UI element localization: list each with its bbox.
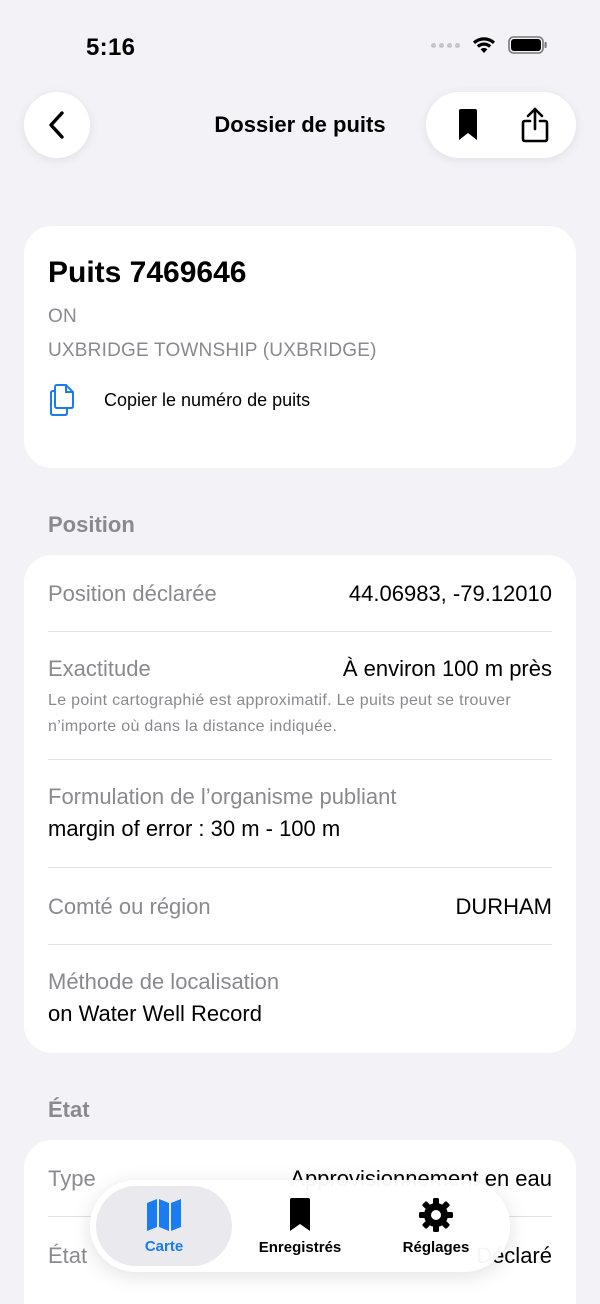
row-key: Formulation de l’organisme publiant: [48, 784, 397, 809]
navigation-bar: Dossier de puits: [0, 92, 600, 160]
tab-settings[interactable]: Réglages: [368, 1186, 504, 1266]
nav-actions: [426, 92, 576, 158]
copy-icon: [50, 384, 74, 416]
row-county: Comté ou région DURHAM: [24, 868, 576, 945]
copy-well-number-button[interactable]: Copier le numéro de puits: [48, 384, 552, 416]
share-icon: [521, 107, 548, 143]
section-title-state: État: [48, 1097, 90, 1122]
row-publisher-wording: Formulation de l’organisme publiant marg…: [24, 760, 576, 868]
well-province: ON: [48, 306, 77, 327]
tab-label: Réglages: [402, 1238, 470, 1256]
gear-icon: [419, 1197, 453, 1232]
section-title-position: Position: [48, 512, 135, 537]
status-icons: [431, 36, 548, 54]
share-button[interactable]: [507, 97, 563, 153]
well-township: UXBRIDGE TOWNSHIP (UXBRIDGE): [48, 340, 377, 361]
tab-map[interactable]: Carte: [96, 1186, 232, 1266]
copy-well-number-label: Copier le numéro de puits: [104, 389, 311, 410]
status-bar: 5:16: [0, 0, 600, 90]
row-key: État: [48, 1243, 88, 1268]
row-value: 44.06983, -79.12010: [348, 581, 552, 606]
row-accuracy: Exactitude À environ 100 m près Le point…: [24, 632, 576, 760]
row-value: DURHAM: [455, 894, 552, 919]
row-key: Type: [48, 1166, 96, 1191]
row-key: Comté ou région: [48, 894, 211, 919]
tab-label: Carte: [144, 1237, 184, 1255]
row-key: Exactitude: [48, 656, 151, 681]
status-time: 5:16: [86, 34, 136, 61]
bookmark-icon: [290, 1197, 310, 1231]
tab-saved[interactable]: Enregistrés: [232, 1186, 368, 1266]
row-value: on Water Well Record: [48, 1001, 262, 1026]
row-location-method: Méthode de localisation on Water Well Re…: [24, 945, 576, 1053]
well-title: Puits 7469646: [48, 256, 247, 289]
cellular-signal-icon: [431, 42, 460, 48]
row-key: Position déclarée: [48, 581, 217, 606]
battery-icon: [508, 36, 547, 54]
well-header-card: Puits 7469646 ON UXBRIDGE TOWNSHIP (UXBR…: [24, 226, 576, 468]
bookmark-button[interactable]: [440, 97, 496, 153]
map-icon: [147, 1198, 181, 1231]
row-reported-position: Position déclarée 44.06983, -79.12010: [24, 555, 576, 632]
position-card: Position déclarée 44.06983, -79.12010 Ex…: [24, 555, 576, 1053]
row-value: À environ 100 m près: [342, 656, 552, 681]
row-key: Méthode de localisation: [48, 969, 280, 994]
wifi-icon: [473, 37, 495, 53]
bookmark-icon: [458, 109, 477, 140]
accuracy-note: Le point cartographié est approximatif. …: [48, 692, 512, 735]
tab-label: Enregistrés: [258, 1238, 342, 1256]
row-value: margin of error : 30 m - 100 m: [48, 816, 341, 841]
tab-bar: Carte Enregistrés Réglages: [90, 1180, 510, 1272]
